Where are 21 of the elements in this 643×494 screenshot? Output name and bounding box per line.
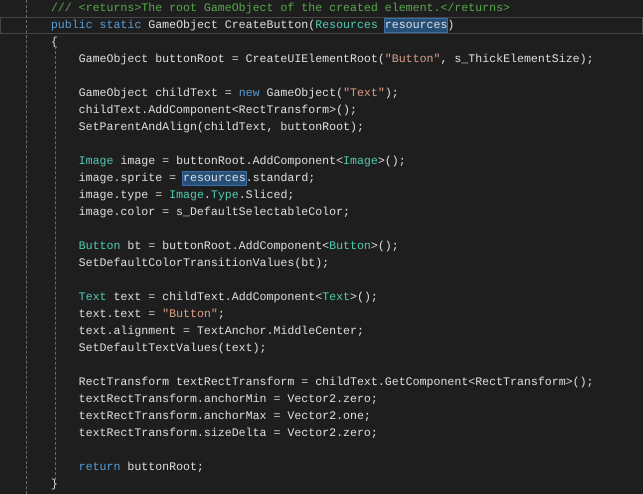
code-line: image.sprite = resources.standard;: [78, 171, 316, 187]
code-line: RectTransform textRectTransform = childText.GetComponent<RectTransform>();: [78, 375, 595, 391]
code-line: }: [50, 477, 59, 493]
code-line: textRectTransform.anchorMax = Vector2.one;: [78, 409, 372, 425]
code-line: SetParentAndAlign(childText, buttonRoot);: [78, 120, 365, 136]
code-line: GameObject buttonRoot = CreateUIElementRoot("Button", s_ThickElementSize);: [78, 52, 595, 68]
code-line: text.text = "Button";: [78, 307, 226, 323]
code-line: Image image = buttonRoot.AddComponent<Image>();: [78, 154, 407, 170]
code-line: image.type = Image.Type.Sliced;: [78, 188, 296, 204]
code-line: textRectTransform.anchorMin = Vector2.zero;: [78, 392, 379, 408]
code-line: textRectTransform.sizeDelta = Vector2.zero;: [78, 426, 379, 442]
code-line: return buttonRoot;: [78, 460, 205, 476]
code-line: childText.AddComponent<RectTransform>();: [78, 103, 358, 119]
code-line: image.color = s_DefaultSelectableColor;: [78, 205, 351, 221]
code-line: text.alignment = TextAnchor.MiddleCenter;: [78, 324, 365, 340]
code-line: Text text = childText.AddComponent<Text>();: [78, 290, 379, 306]
code-line: /// <returns>The root GameObject of the created element.</returns>: [50, 1, 512, 17]
code-line: SetDefaultColorTransitionValues(bt);: [78, 256, 330, 272]
code-line: SetDefaultTextValues(text);: [78, 341, 268, 357]
code-line: Button bt = buttonRoot.AddComponent<Button>();: [78, 239, 400, 255]
code-line: GameObject childText = new GameObject("Text");: [78, 86, 400, 102]
